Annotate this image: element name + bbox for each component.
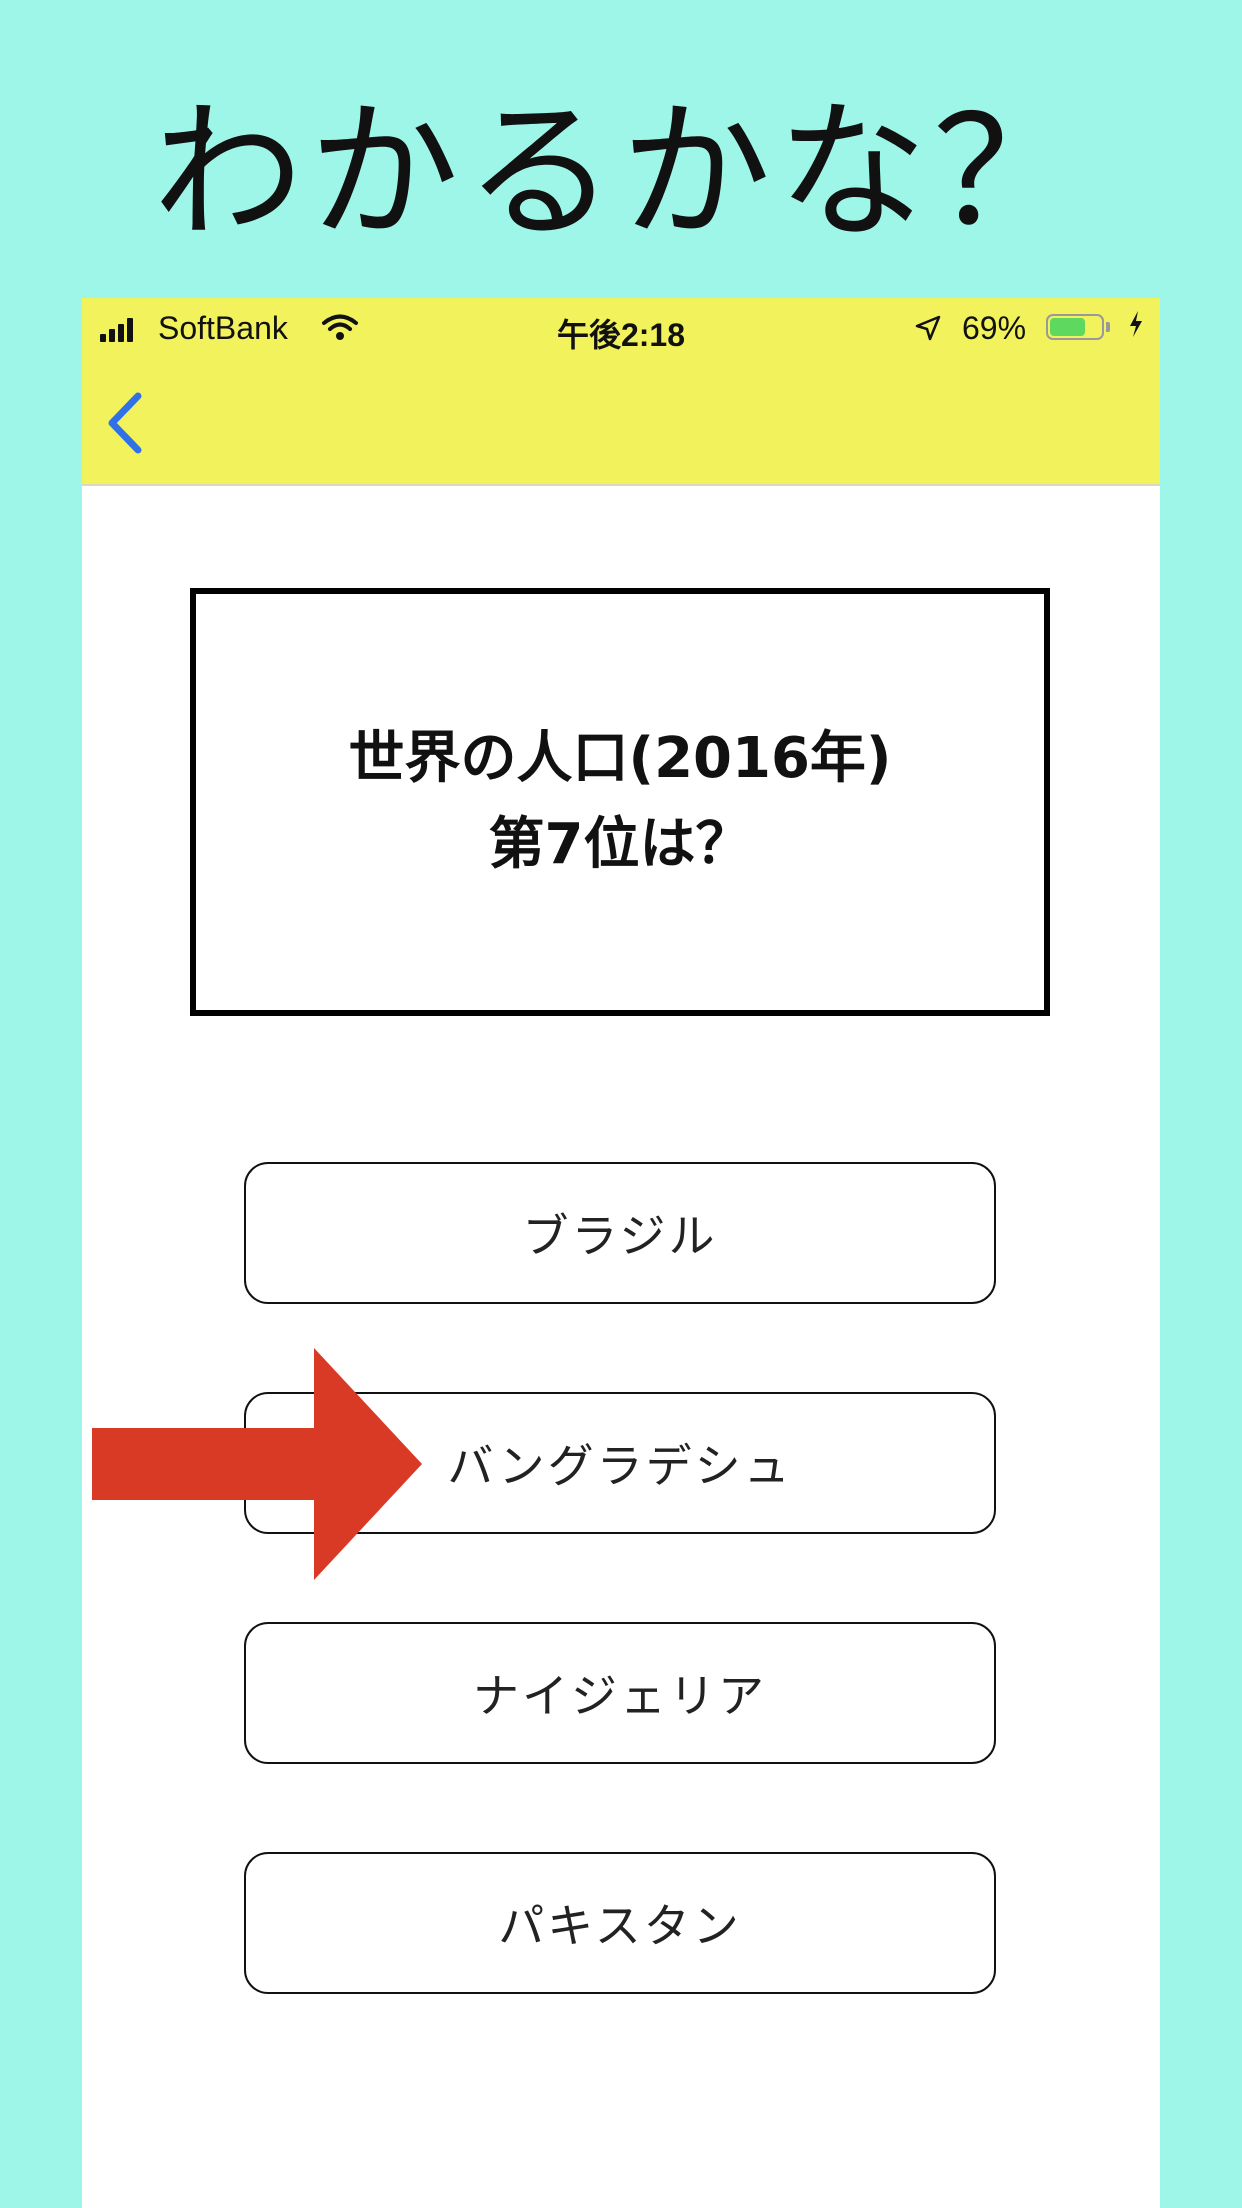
- answer-button-brazil[interactable]: ブラジル: [244, 1162, 996, 1304]
- battery-icon: [1046, 314, 1104, 340]
- phone-screen: SoftBank 午後2:18 69% 世界の人口(2016年) 第7位は？ ブ…: [82, 298, 1160, 2208]
- battery-cap: [1106, 322, 1110, 332]
- battery-percentage: 69%: [962, 310, 1027, 346]
- chevron-left-icon: [108, 392, 142, 454]
- question-text: 世界の人口(2016年) 第7位は？: [348, 716, 891, 888]
- question-line-2: 第7位は？: [488, 812, 752, 877]
- question-box: 世界の人口(2016年) 第7位は？: [190, 588, 1050, 1016]
- status-bar: SoftBank 午後2:18 69%: [82, 298, 1160, 358]
- location-icon: [914, 313, 942, 350]
- navigation-bar: SoftBank 午後2:18 69%: [82, 298, 1160, 486]
- charging-icon: [1128, 310, 1144, 345]
- back-button[interactable]: [100, 388, 150, 458]
- page-headline: わかるかな？: [152, 86, 1089, 260]
- battery-level: [1050, 318, 1085, 336]
- arrow-right-icon: [92, 1348, 422, 1580]
- question-line-1: 世界の人口(2016年): [348, 726, 892, 791]
- answer-button-pakistan[interactable]: パキスタン: [244, 1852, 996, 1994]
- answer-button-nigeria[interactable]: ナイジェリア: [244, 1622, 996, 1764]
